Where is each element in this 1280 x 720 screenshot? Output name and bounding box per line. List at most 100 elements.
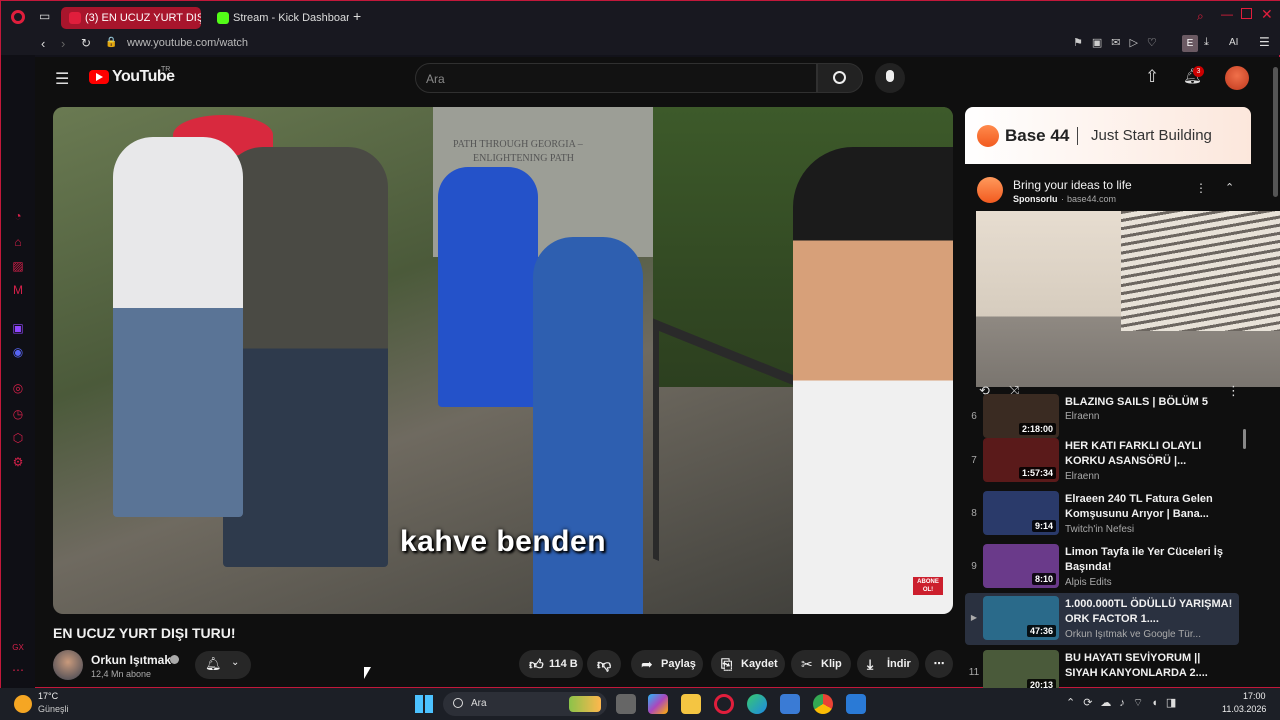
messenger-icon[interactable]: M bbox=[11, 283, 25, 297]
ad-banner[interactable]: Base 44 Just Start Building bbox=[965, 107, 1251, 164]
ai-button[interactable]: AI bbox=[1229, 37, 1238, 48]
ad-more-icon[interactable]: ⋮ bbox=[1195, 181, 1207, 195]
video-player[interactable]: PATH THROUGH GEORGIA – ENLIGHTENING PATH… bbox=[53, 107, 953, 614]
gx-corner-icon[interactable]: GX bbox=[11, 641, 25, 655]
item-thumbnail[interactable]: 1:57:34 bbox=[983, 438, 1059, 482]
playlist-item-current[interactable]: ▶ 47:36 1.000.000TL ÖDÜLLÜ YARIŞMA! ORK … bbox=[965, 593, 1239, 645]
clock-date[interactable]: 11.03.2026 bbox=[1222, 704, 1266, 714]
camera-app-icon[interactable] bbox=[846, 694, 866, 714]
new-tab-button[interactable]: + bbox=[353, 8, 361, 24]
item-channel[interactable]: Alpis Edits bbox=[1065, 577, 1235, 588]
item-thumbnail[interactable]: 47:36 bbox=[983, 596, 1059, 640]
twitch-icon[interactable]: ▣ bbox=[11, 321, 25, 335]
windows-taskbar: 17°C Güneşli Ara ⌃⟳☁♪⌔◖◨ 17:00 11.03.202… bbox=[0, 688, 1280, 720]
extensions-icon[interactable]: ⬡ bbox=[11, 431, 25, 445]
item-number: 8 bbox=[971, 508, 977, 519]
item-title[interactable]: BLAZING SAILS | BÖLÜM 5 bbox=[1065, 395, 1235, 410]
task-view-icon[interactable] bbox=[616, 694, 636, 714]
share-button[interactable]: ➦ Paylaş bbox=[631, 650, 703, 678]
ad-avatar-icon[interactable] bbox=[977, 177, 1003, 203]
subscribed-bell-button[interactable]: 🔔︎ ⌄ bbox=[195, 651, 251, 679]
player-icon[interactable]: ▨ bbox=[11, 259, 25, 273]
account-avatar[interactable] bbox=[1225, 66, 1249, 90]
search-button[interactable] bbox=[817, 63, 863, 93]
item-channel[interactable]: Elraenn bbox=[1065, 411, 1235, 422]
region-code: TR bbox=[161, 66, 171, 73]
save-button[interactable]: ⎘ Kaydet bbox=[711, 650, 785, 678]
chrome-icon[interactable] bbox=[813, 694, 833, 714]
history-icon[interactable]: ◷ bbox=[11, 407, 25, 421]
close-button[interactable]: ✕ bbox=[1261, 6, 1273, 23]
search-tabs-icon[interactable]: ⌕ bbox=[1197, 9, 1204, 24]
store-icon[interactable] bbox=[780, 694, 800, 714]
upload-icon[interactable]: ⇧ bbox=[1145, 67, 1159, 87]
opera-gx-taskbar-icon[interactable] bbox=[714, 694, 734, 714]
playlist-item[interactable]: 7 1:57:34 HER KATI FARKLI OLAYLI KORKU A… bbox=[965, 435, 1239, 487]
system-tray-icons[interactable]: ⌃⟳☁♪⌔◖◨ bbox=[1066, 696, 1184, 710]
ad-slogan: Just Start Building bbox=[1091, 127, 1212, 144]
crypto-wallet-icon[interactable]: ⌂ bbox=[11, 235, 25, 249]
clock-time[interactable]: 17:00 bbox=[1243, 691, 1266, 701]
item-title[interactable]: Elraeen 240 TL Fatura Gelen Komşusunu Ar… bbox=[1065, 492, 1235, 522]
playlist-item[interactable]: 9 8:10 Limon Tayfa ile Yer Cüceleri İş B… bbox=[965, 541, 1239, 593]
forward-icon[interactable]: › bbox=[61, 36, 65, 51]
edge-icon[interactable] bbox=[747, 694, 767, 714]
hamburger-menu-icon[interactable]: ☰ bbox=[55, 69, 69, 89]
playlist-scrollbar[interactable] bbox=[1243, 429, 1246, 449]
clip-button[interactable]: ✂ Klip bbox=[791, 650, 851, 678]
item-channel[interactable]: Elraenn bbox=[1065, 471, 1235, 482]
search-input[interactable]: Ara bbox=[426, 72, 445, 86]
like-button[interactable]: 👍︎ 114 B bbox=[519, 650, 583, 678]
item-title[interactable]: HER KATI FARKLI OLAYLI KORKU ASANSÖRÜ |.… bbox=[1065, 439, 1235, 469]
page-scrollbar[interactable] bbox=[1273, 67, 1278, 197]
item-title[interactable]: Limon Tayfa ile Yer Cüceleri İş Başında! bbox=[1065, 545, 1235, 575]
aria-icon[interactable]: ◔ bbox=[11, 209, 25, 223]
search-box[interactable]: Ara bbox=[415, 63, 817, 93]
tab-youtube[interactable]: (3) EN UCUZ YURT DIŞI bbox=[61, 7, 201, 29]
settings-icon[interactable]: ⚙ bbox=[11, 455, 25, 469]
copilot-icon[interactable] bbox=[648, 694, 668, 714]
weather-icon[interactable] bbox=[14, 695, 32, 713]
minimize-button[interactable]: — bbox=[1221, 7, 1233, 21]
item-thumbnail[interactable]: 2:18:00 bbox=[983, 394, 1059, 438]
channel-name[interactable]: Orkun Işıtmak bbox=[91, 653, 171, 667]
opera-logo-icon[interactable] bbox=[11, 10, 25, 24]
playlist-item[interactable]: 8 9:14 Elraeen 240 TL Fatura Gelen Komşu… bbox=[965, 488, 1239, 540]
item-thumbnail[interactable]: 9:14 bbox=[983, 491, 1059, 535]
ad-collapse-icon[interactable]: ⌃ bbox=[1225, 181, 1234, 194]
ad-title[interactable]: Bring your ideas to life bbox=[1013, 178, 1132, 192]
dislike-button[interactable]: 👎︎ bbox=[587, 650, 621, 678]
more-actions-button[interactable]: ⋯ bbox=[925, 650, 953, 678]
toolbar-icons: ⚑▣✉▷♡ bbox=[1073, 37, 1166, 49]
lock-icon: 🔒 bbox=[105, 37, 118, 48]
tab-overview-icon[interactable]: ▭ bbox=[39, 9, 50, 23]
channel-avatar[interactable] bbox=[53, 650, 83, 680]
download-label: İndir bbox=[887, 658, 911, 670]
profile-avatar[interactable]: E bbox=[1182, 35, 1198, 52]
download-button[interactable]: ⤓ İndir bbox=[857, 650, 919, 678]
more-icon[interactable]: ⋯ bbox=[11, 663, 25, 677]
download-icon[interactable]: ⤓ bbox=[1204, 36, 1209, 49]
discord-icon[interactable]: ◉ bbox=[11, 345, 25, 359]
reload-icon[interactable]: ↻ bbox=[81, 36, 91, 50]
start-button[interactable] bbox=[415, 695, 433, 713]
item-title[interactable]: 1.000.000TL ÖDÜLLÜ YARIŞMA! ORK FACTOR 1… bbox=[1065, 597, 1235, 627]
menu-icon[interactable]: ☰ bbox=[1259, 35, 1270, 49]
item-title[interactable]: BU HAYATI SEVİYORUM || SIYAH KANYONLARDA… bbox=[1065, 651, 1235, 681]
url-field[interactable]: www.youtube.com/watch bbox=[127, 37, 248, 49]
item-channel[interactable]: Twitch'in Nefesi bbox=[1065, 524, 1235, 535]
tab-kick[interactable]: Stream - Kick Dashboard bbox=[209, 7, 349, 29]
player-button-icon[interactable]: ◎ bbox=[11, 381, 25, 395]
weather-temp[interactable]: 17°C bbox=[38, 691, 58, 701]
voice-search-button[interactable] bbox=[875, 63, 905, 93]
item-thumbnail[interactable]: 8:10 bbox=[983, 544, 1059, 588]
share-icon: ➦ bbox=[641, 656, 653, 672]
subscribe-overlay-badge[interactable]: ABONE OL! bbox=[913, 577, 943, 595]
back-icon[interactable]: ‹ bbox=[41, 36, 45, 51]
taskbar-search[interactable]: Ara bbox=[443, 692, 607, 716]
file-explorer-icon[interactable] bbox=[681, 694, 701, 714]
maximize-button[interactable] bbox=[1241, 8, 1252, 19]
tab-bar: ▭ (3) EN UCUZ YURT DIŞI Stream - Kick Da… bbox=[1, 1, 1280, 33]
verified-icon bbox=[170, 655, 179, 664]
item-channel[interactable]: Orkun Işıtmak ve Google Tür... bbox=[1065, 629, 1235, 640]
